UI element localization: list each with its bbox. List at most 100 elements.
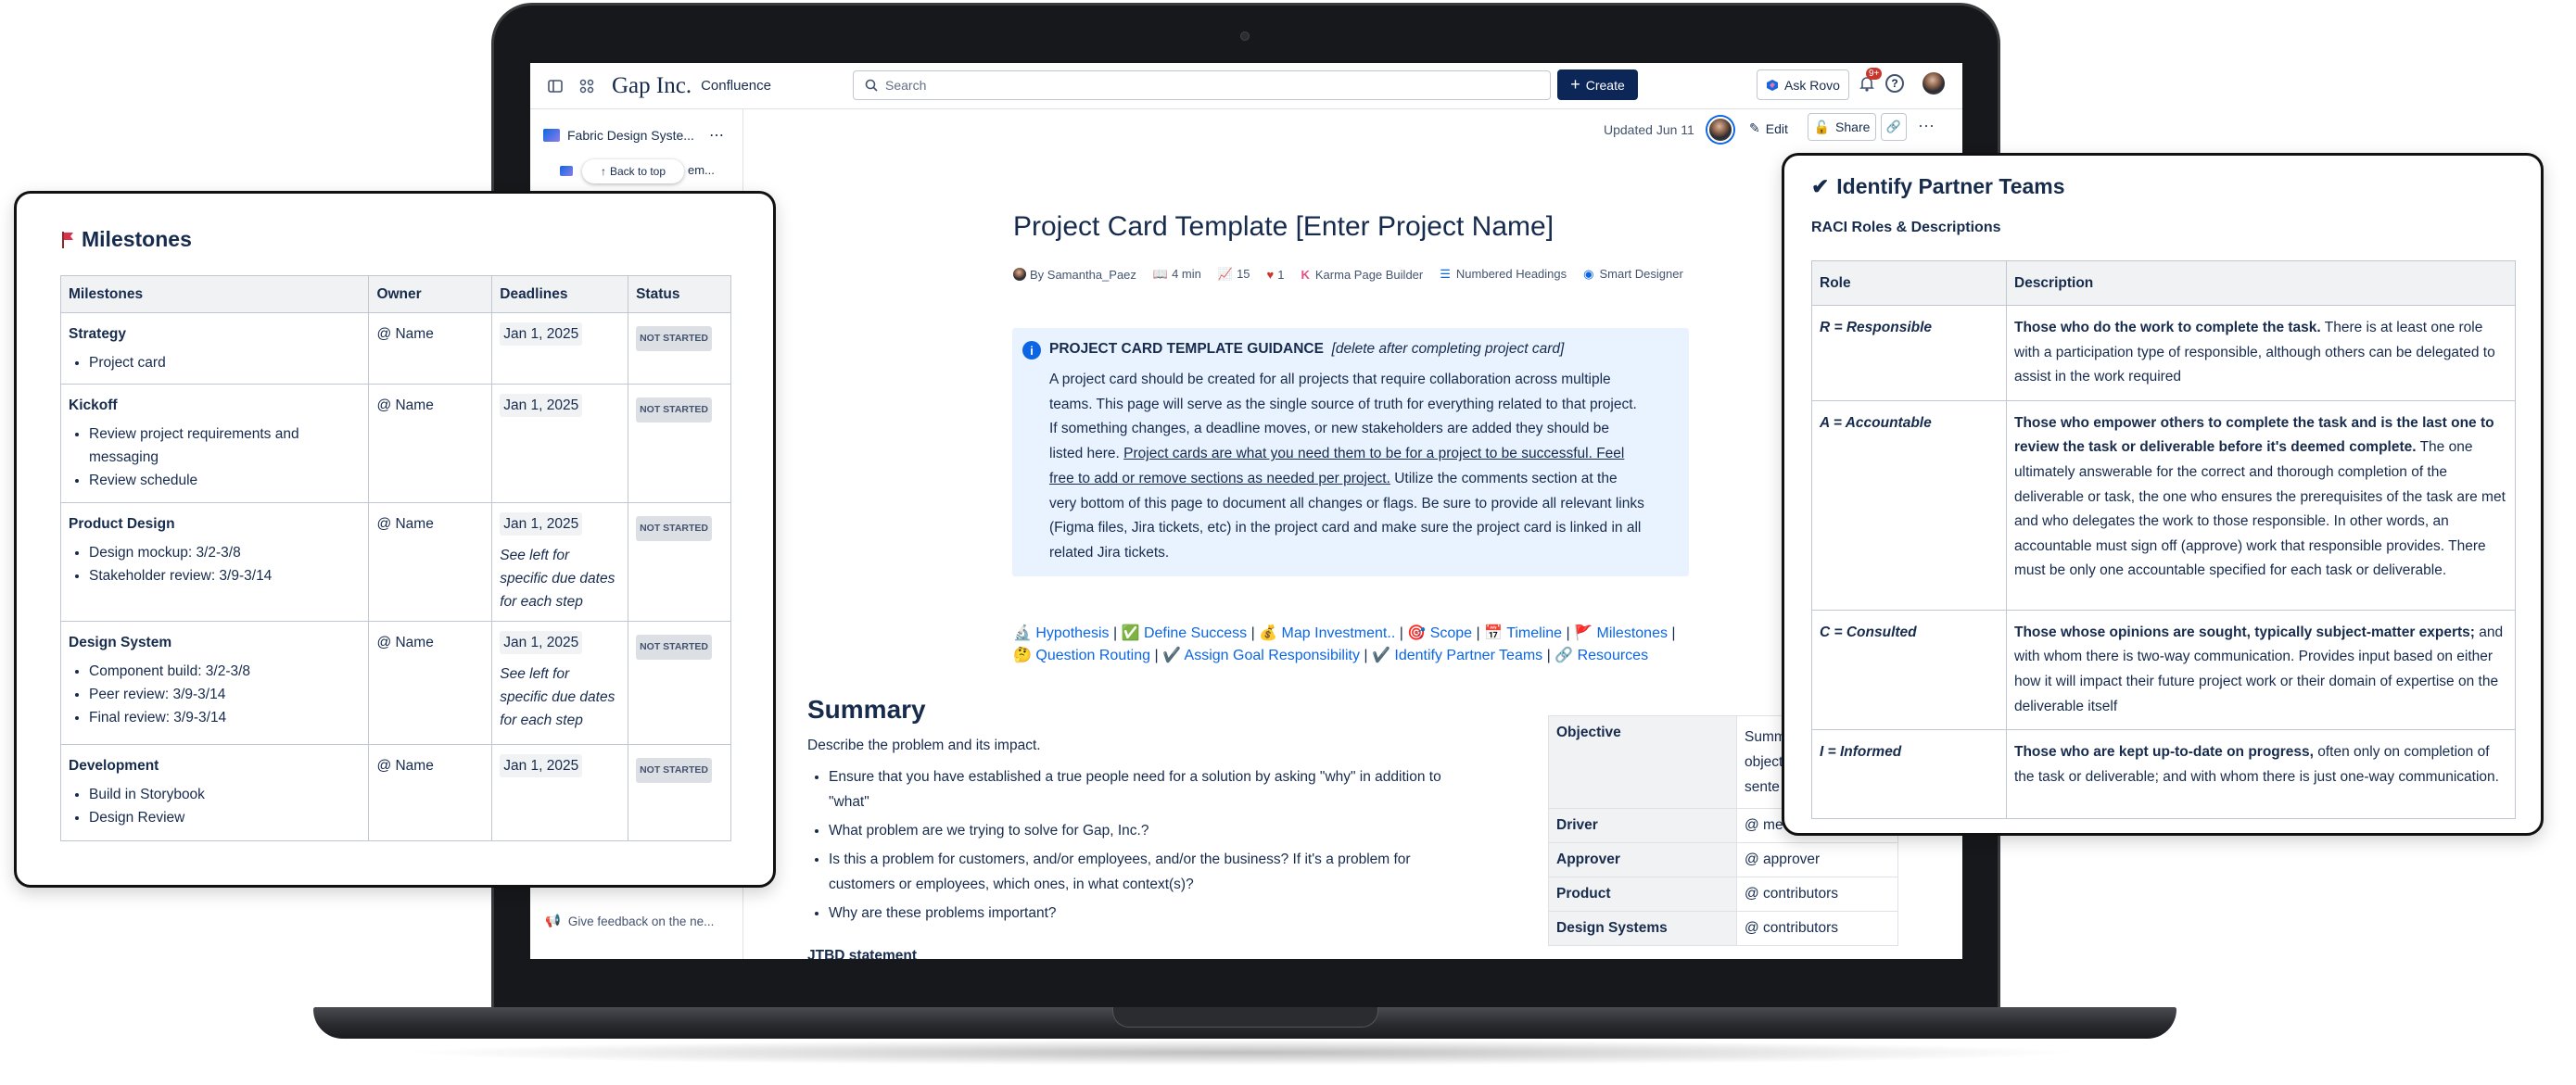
description-cell[interactable]: Those who are kept up-to-date on progres… bbox=[2006, 729, 2516, 820]
raci-subtitle: RACI Roles & Descriptions bbox=[1811, 220, 2001, 235]
table-row: Kickoff Review project requirements and me… bbox=[59, 384, 731, 503]
link-icon[interactable]: 🔗 bbox=[1881, 113, 1907, 141]
more-actions-icon[interactable]: ⋯ bbox=[1918, 117, 1935, 136]
column-header: Role bbox=[1811, 260, 2007, 306]
date-chip[interactable]: Jan 1, 2025 bbox=[500, 754, 583, 777]
description-bold: Those whose opinions are sought, typical… bbox=[2014, 624, 2475, 640]
link-identify-partner-teams[interactable]: Identify Partner Teams bbox=[1394, 648, 1542, 663]
views-value: 15 bbox=[1237, 267, 1250, 281]
author-avatar[interactable] bbox=[1707, 117, 1733, 143]
date-chip[interactable]: Jan 1, 2025 bbox=[500, 394, 583, 417]
table-cell[interactable]: @ contributors bbox=[1736, 877, 1898, 912]
laptop-camera bbox=[1240, 32, 1250, 41]
table-cell[interactable]: @ approver bbox=[1736, 842, 1898, 877]
back-to-top-button[interactable]: ↑ Back to top bbox=[582, 159, 684, 183]
milestones-heading: Milestones bbox=[61, 227, 192, 252]
link-hypothesis[interactable]: Hypothesis bbox=[1035, 625, 1109, 641]
date-chip[interactable]: Jan 1, 2025 bbox=[500, 512, 583, 536]
chart-icon: 📈 bbox=[1217, 267, 1234, 281]
sidebar-child-page[interactable] bbox=[560, 166, 573, 176]
arrow-up-icon: ↑ bbox=[600, 165, 606, 178]
section-links: 🔬 Hypothesis | ✅ Define Success | 💰 Map … bbox=[1013, 625, 1676, 663]
link-assign-goal[interactable]: Assign Goal Responsibility bbox=[1185, 648, 1360, 663]
owner-cell[interactable]: @ Name bbox=[368, 384, 493, 503]
check-icon: ✅ bbox=[1121, 625, 1140, 641]
app-karma[interactable]: K Karma Page Builder bbox=[1301, 268, 1424, 282]
milestone-cell[interactable]: Strategy Project card bbox=[59, 312, 370, 385]
link-resources[interactable]: Resources bbox=[1578, 648, 1648, 663]
pencil-icon: ✎ bbox=[1749, 120, 1760, 135]
guidance-line: very bottom of this page to document all… bbox=[1049, 495, 1644, 511]
share-button[interactable]: 🔓 Share bbox=[1808, 113, 1876, 141]
deadline-cell[interactable]: Jan 1, 2025 See left for specific due dat… bbox=[491, 621, 629, 745]
link-timeline[interactable]: Timeline bbox=[1506, 625, 1562, 641]
link-milestones[interactable]: Milestones bbox=[1596, 625, 1667, 641]
link-define-success[interactable]: Define Success bbox=[1144, 625, 1247, 641]
status-badge: NOT STARTED bbox=[636, 326, 712, 351]
search-input[interactable]: Search bbox=[853, 70, 1551, 100]
bullet-text: customers or employees, which ones, in w… bbox=[829, 877, 1194, 892]
link-question-routing[interactable]: Question Routing bbox=[1035, 648, 1150, 663]
owner-cell[interactable]: @ Name bbox=[368, 744, 493, 841]
rovo-icon bbox=[1767, 79, 1779, 91]
ask-rovo-button[interactable]: Ask Rovo bbox=[1757, 69, 1849, 100]
byline[interactable]: By Samantha_Paez bbox=[1013, 268, 1136, 282]
deadline-cell[interactable]: Jan 1, 2025 bbox=[491, 744, 629, 841]
guidance-note: [delete after completing project card] bbox=[1331, 341, 1565, 357]
status-cell: NOT STARTED bbox=[628, 384, 731, 503]
table-cell: Driver bbox=[1548, 808, 1737, 843]
sidebar-toggle-icon[interactable] bbox=[545, 76, 565, 96]
description-cell[interactable]: Those who empower others to complete the… bbox=[2006, 399, 2516, 611]
milestone-cell[interactable]: Product Design Design mockup: 3/2-3/8Stak… bbox=[59, 502, 370, 622]
sidebar-child-title[interactable]: em... bbox=[688, 163, 715, 177]
milestone-cell[interactable]: Design System Component build: 3/2-3/8Pee… bbox=[59, 621, 370, 745]
list-item: Component build: 3/2-3/8 bbox=[89, 660, 361, 683]
edit-button[interactable]: ✎ Edit bbox=[1749, 120, 1788, 136]
link-map-investment[interactable]: Map Investment.. bbox=[1282, 625, 1396, 641]
list-item: Review schedule bbox=[89, 469, 361, 492]
date-chip[interactable]: Jan 1, 2025 bbox=[500, 631, 583, 654]
table-cell[interactable]: @ contributors bbox=[1736, 911, 1898, 946]
calendar-icon: 📅 bbox=[1484, 625, 1504, 641]
app-headings[interactable]: ☰ Numbered Headings bbox=[1440, 267, 1567, 282]
app-switcher-icon[interactable] bbox=[577, 76, 597, 96]
status-cell: NOT STARTED bbox=[628, 621, 731, 745]
feedback-link[interactable]: 📢 Give feedback on the ne... bbox=[545, 914, 714, 928]
status-cell: NOT STARTED bbox=[628, 744, 731, 841]
help-icon[interactable]: ? bbox=[1885, 74, 1904, 93]
app-designer[interactable]: ◉ Smart Designer bbox=[1583, 267, 1683, 282]
flag-icon: 🚩 bbox=[1574, 625, 1593, 641]
list-item: Peer review: 3/9-3/14 bbox=[89, 683, 361, 706]
date-chip[interactable]: Jan 1, 2025 bbox=[500, 322, 583, 346]
brand-logo[interactable]: Gap Inc. bbox=[612, 73, 692, 99]
plus-icon: + bbox=[1570, 75, 1580, 94]
milestone-name: Kickoff bbox=[69, 397, 118, 413]
user-avatar[interactable] bbox=[1922, 72, 1945, 95]
create-button[interactable]: + Create bbox=[1557, 69, 1638, 100]
deadline-cell[interactable]: Jan 1, 2025 bbox=[491, 384, 629, 503]
bullet-text: Why are these problems important? bbox=[829, 905, 1057, 921]
guidance-heading: PROJECT CARD TEMPLATE GUIDANCE [delete a… bbox=[1049, 341, 1564, 358]
description-bold: Those who do the work to complete the ta… bbox=[2014, 320, 2321, 335]
description-cell[interactable]: Those who do the work to complete the ta… bbox=[2006, 305, 2516, 401]
deadline-cell[interactable]: Jan 1, 2025 bbox=[491, 312, 629, 385]
more-icon[interactable]: ⋯ bbox=[709, 126, 724, 145]
checkmark-icon: ✔️ bbox=[1162, 648, 1181, 663]
megaphone-icon: 📢 bbox=[545, 914, 561, 927]
description-cell[interactable]: Those whose opinions are sought, typical… bbox=[2006, 609, 2516, 731]
owner-cell[interactable]: @ Name bbox=[368, 621, 493, 745]
deadline-cell[interactable]: Jan 1, 2025 See left for specific due dat… bbox=[491, 502, 629, 622]
owner-cell[interactable]: @ Name bbox=[368, 312, 493, 385]
partner-teams-card: ✔ Identify Partner Teams RACI Roles & De… bbox=[1782, 153, 2544, 836]
likes[interactable]: ♥ 1 bbox=[1267, 268, 1285, 282]
share-label: Share bbox=[1835, 120, 1871, 134]
milestone-cell[interactable]: Development Build in StorybookDesign Revi… bbox=[59, 744, 370, 841]
product-name[interactable]: Confluence bbox=[701, 78, 771, 94]
sidebar-space-link[interactable]: Fabric Design Syste... ⋯ bbox=[543, 126, 724, 145]
owner-cell[interactable]: @ Name bbox=[368, 502, 493, 622]
link-scope[interactable]: Scope bbox=[1430, 625, 1472, 641]
space-icon bbox=[543, 129, 560, 142]
table-row: Design System Component build: 3/2-3/8Pee… bbox=[59, 621, 731, 745]
milestone-cell[interactable]: Kickoff Review project requirements and me… bbox=[59, 384, 370, 503]
status-cell: NOT STARTED bbox=[628, 502, 731, 622]
